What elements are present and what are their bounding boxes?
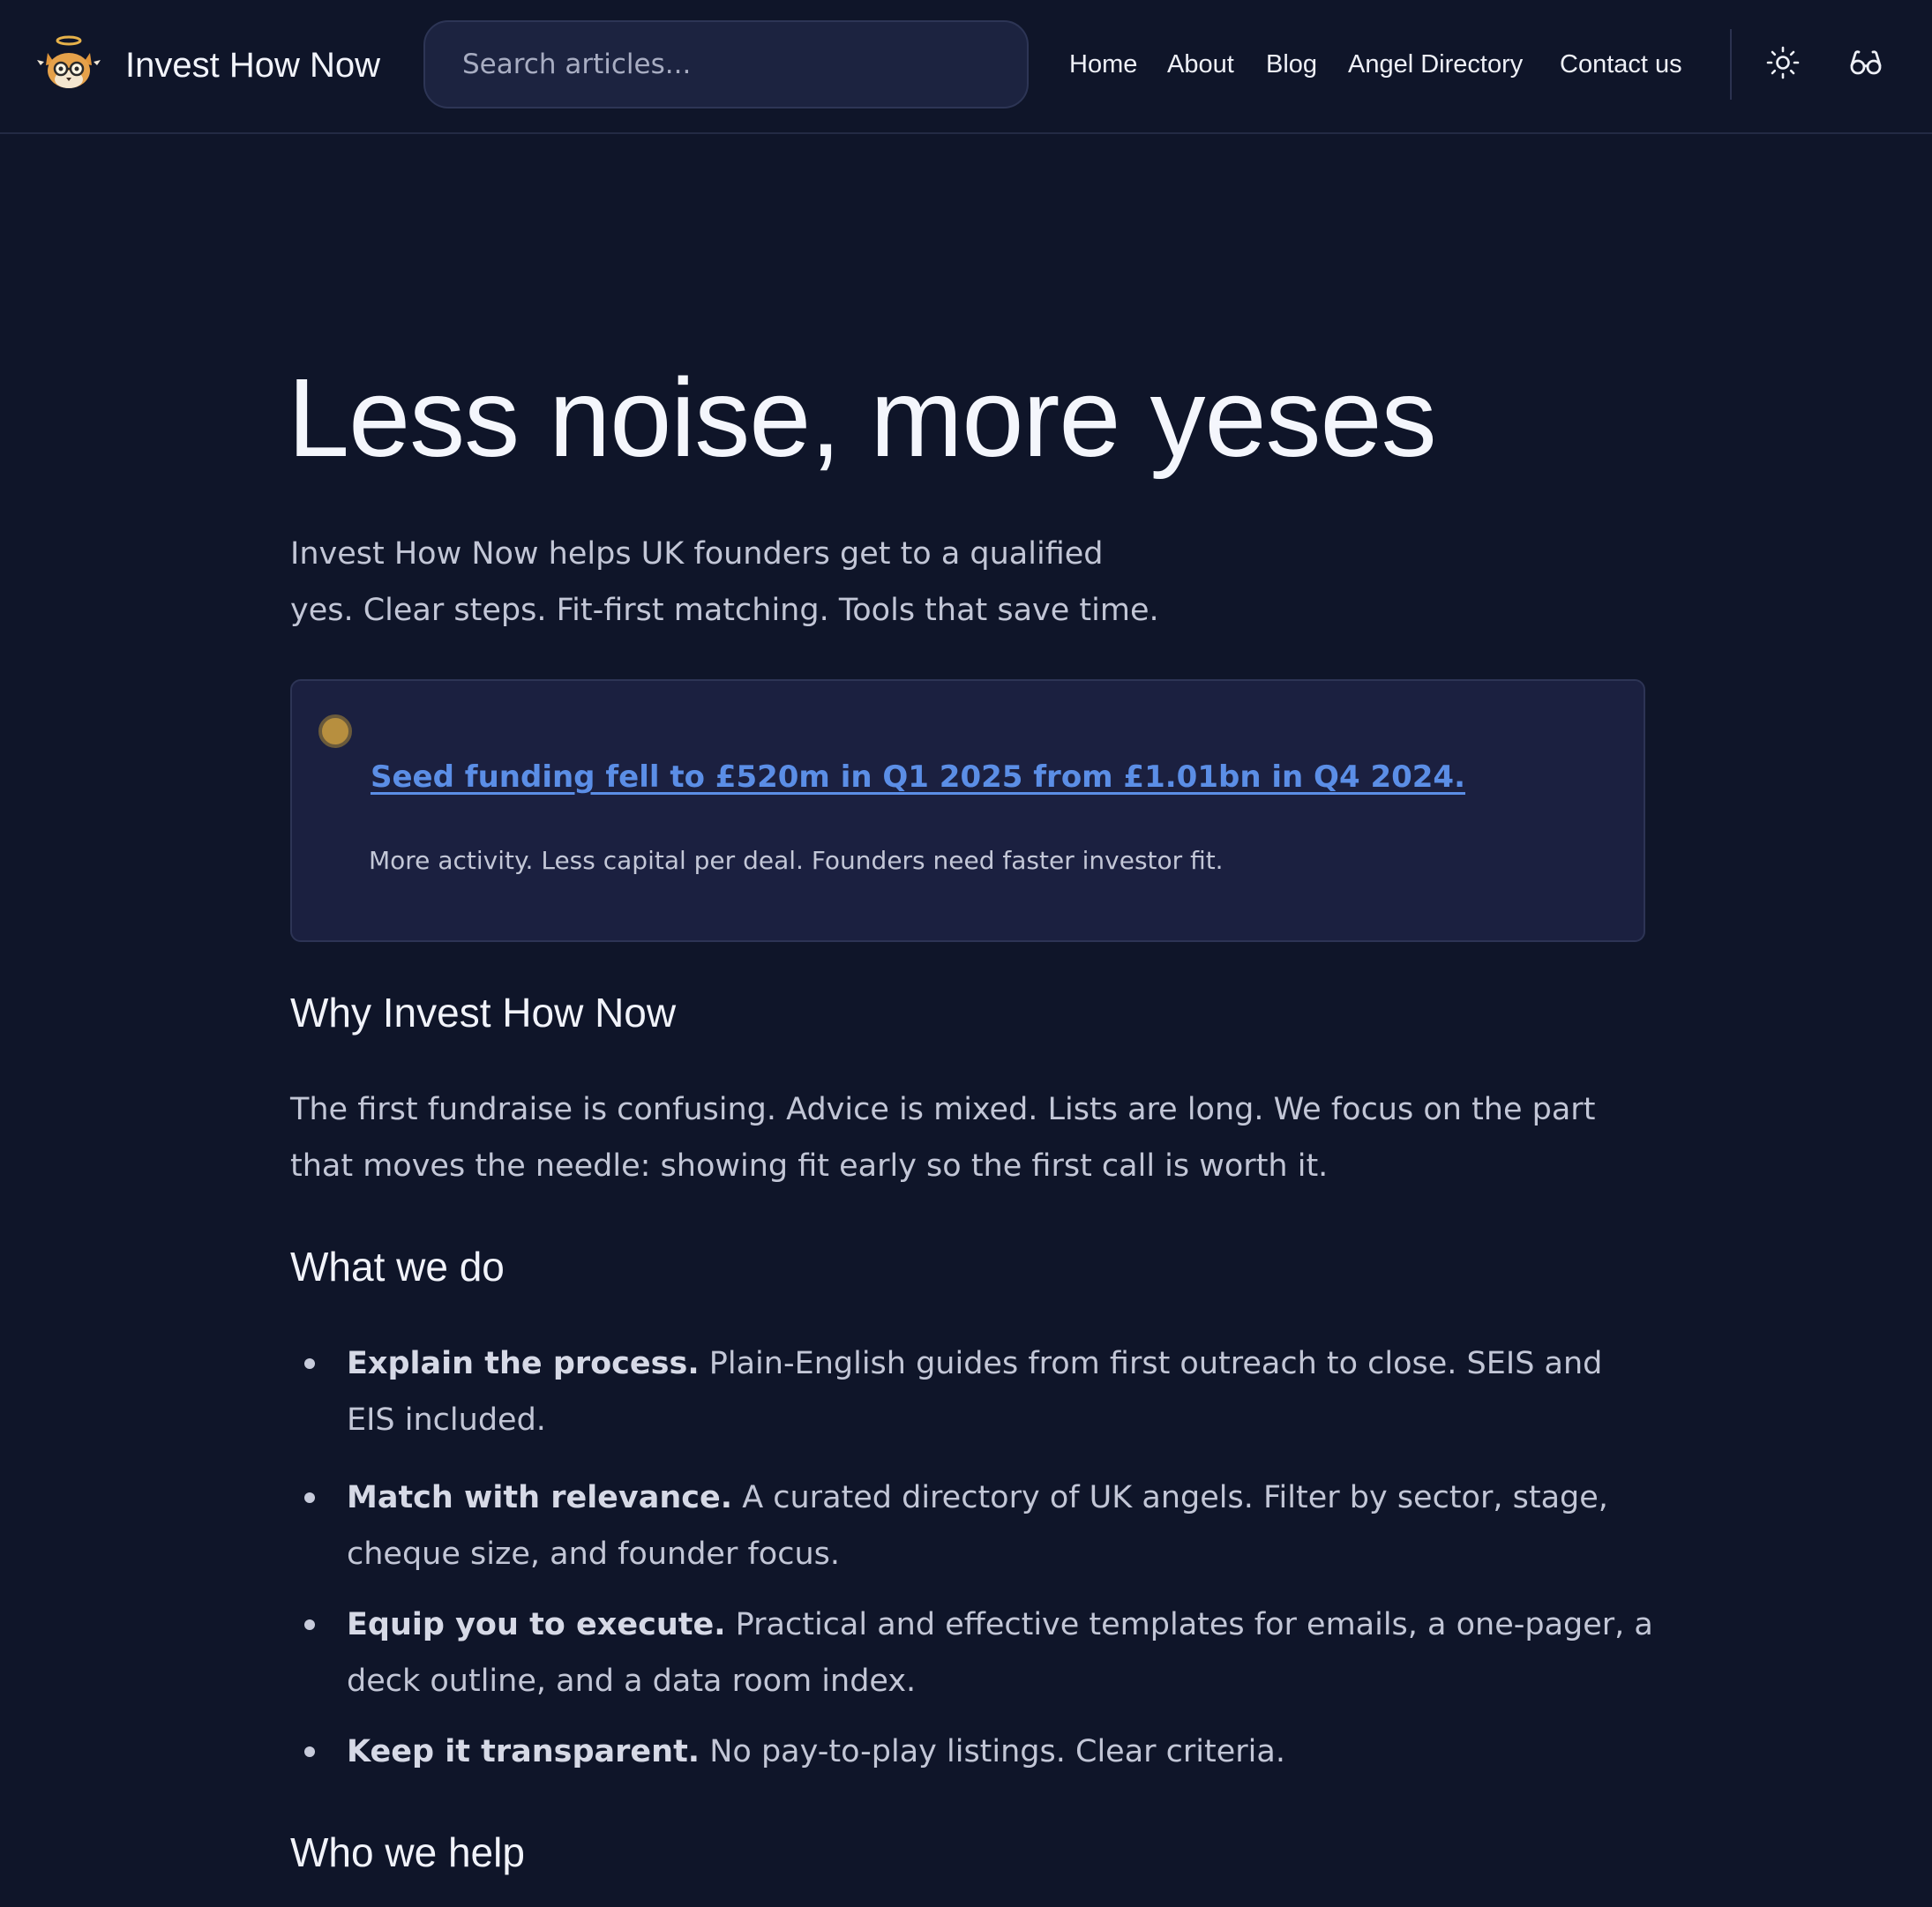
list-item-title: Keep it transparent. <box>347 1734 700 1769</box>
callout-link[interactable]: Seed funding fell to £520m in Q1 2025 fr… <box>371 757 1465 797</box>
intro-line: Invest How Now helps UK founders get to … <box>290 536 1104 572</box>
search-input[interactable] <box>461 41 990 87</box>
logo-icon[interactable] <box>35 34 102 95</box>
list-item-title: Explain the process. <box>347 1346 700 1381</box>
theme-toggle-button[interactable] <box>1764 44 1801 81</box>
list-item-title: Equip you to execute. <box>347 1607 726 1642</box>
nav-contact-us[interactable]: Contact us <box>1560 47 1682 82</box>
list-item-text: A curated directory of UK angels. Filter… <box>732 1480 1608 1515</box>
callout-subtext: More activity. Less capital per deal. Fo… <box>369 846 1224 875</box>
status-dot-icon <box>318 714 352 748</box>
why-paragraph: The first fundraise is confusing. Advice… <box>290 1081 1649 1194</box>
list-item-text: cheque size, and founder focus. <box>347 1537 840 1572</box>
site-header: Invest How Now Home About Blog Angel Dir… <box>0 0 1932 134</box>
bullet-icon <box>304 1358 315 1369</box>
glasses-icon <box>1850 50 1882 75</box>
sun-icon <box>1766 46 1800 79</box>
list-item-text: EIS included. <box>347 1402 546 1438</box>
bullet-icon <box>304 1619 315 1630</box>
list-item-text: No pay-to-play listings. Clear criteria. <box>700 1734 1285 1769</box>
bullet-icon <box>304 1492 315 1503</box>
header-divider <box>1730 29 1732 100</box>
list-item-title: Match with relevance. <box>347 1480 733 1515</box>
section-heading-what: What we do <box>290 1244 505 1290</box>
intro-text: Invest How Now helps UK founders get to … <box>290 526 1208 639</box>
list-item-text: Plain-English guides from first outreach… <box>699 1346 1603 1381</box>
list-item-text: Practical and effective templates for em… <box>725 1607 1653 1642</box>
paragraph-line: The first fundraise is confusing. Advice… <box>290 1092 1596 1127</box>
nav-home[interactable]: Home <box>1069 47 1137 82</box>
bullet-icon <box>304 1746 315 1757</box>
brand-name[interactable]: Invest How Now <box>125 41 380 90</box>
search-box[interactable] <box>423 20 1029 108</box>
section-heading-why: Why Invest How Now <box>290 990 677 1036</box>
section-heading-who: Who we help <box>290 1829 525 1875</box>
nav-about[interactable]: About <box>1167 47 1234 82</box>
reading-mode-button[interactable] <box>1847 44 1884 81</box>
intro-line: yes. Clear steps. Fit-first matching. To… <box>290 593 1159 628</box>
list-item-text: deck outline, and a data room index. <box>347 1664 917 1699</box>
nav-angel-directory[interactable]: Angel Directory <box>1348 47 1523 82</box>
nav-blog[interactable]: Blog <box>1266 47 1317 82</box>
page-title: Less noise, more yeses <box>288 355 1437 480</box>
paragraph-line: that moves the needle: showing fit early… <box>290 1148 1329 1184</box>
stat-callout: Seed funding fell to £520m in Q1 2025 fr… <box>290 679 1645 942</box>
